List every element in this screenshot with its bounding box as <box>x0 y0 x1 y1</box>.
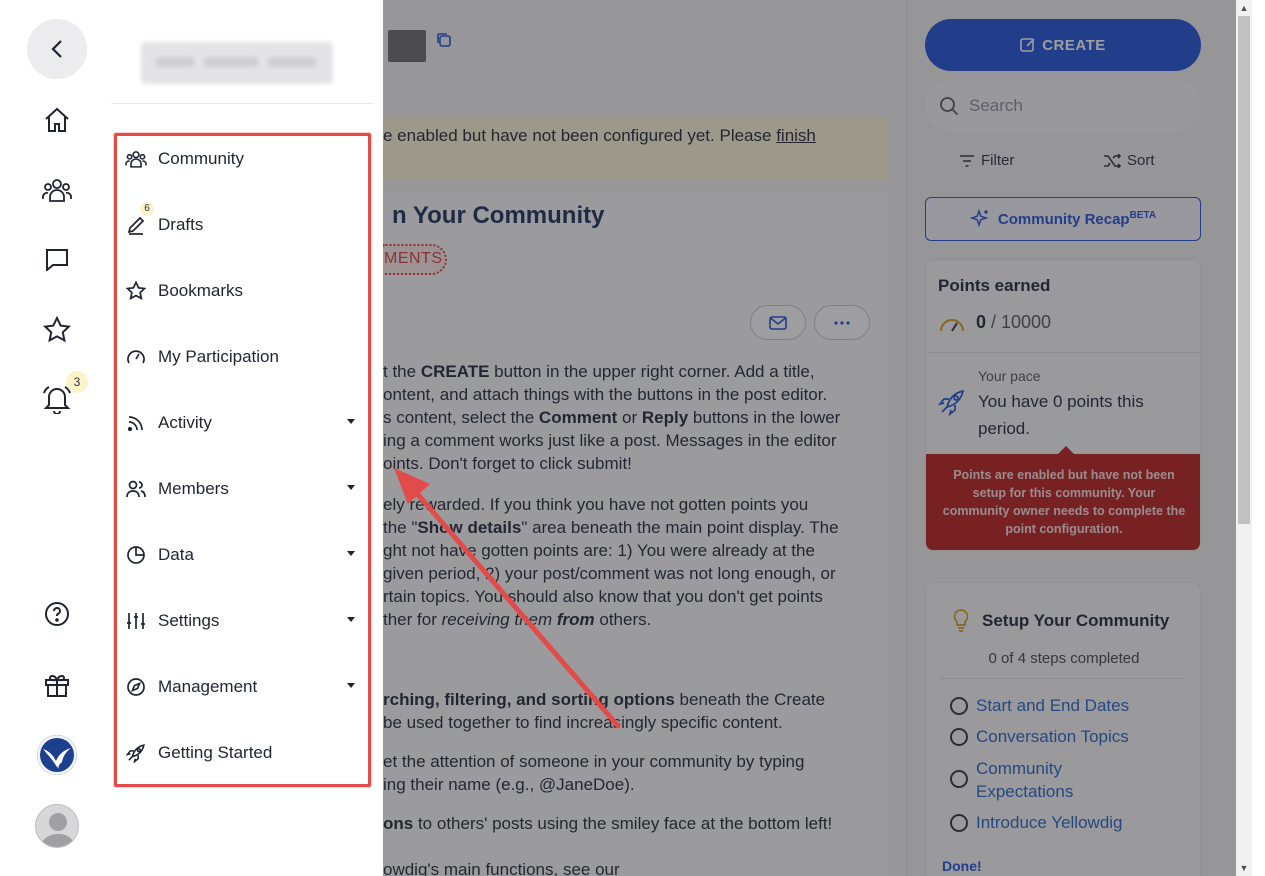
home-button[interactable] <box>27 90 87 150</box>
help-button[interactable] <box>27 584 87 644</box>
star-icon <box>43 316 71 343</box>
gift-button[interactable] <box>27 655 87 715</box>
notification-badge: 3 <box>66 371 88 393</box>
menu-divider <box>111 103 373 104</box>
user-avatar[interactable] <box>35 804 79 848</box>
community-button[interactable] <box>27 160 87 220</box>
annotation-arrow <box>394 468 621 729</box>
window-edge <box>1252 0 1265 876</box>
institution-logo[interactable] <box>37 735 77 775</box>
back-button[interactable] <box>27 19 87 79</box>
icon-rail: 3 <box>0 0 101 876</box>
home-icon <box>45 107 69 132</box>
highlight-box <box>114 133 371 787</box>
scroll-up-arrow[interactable]: ▲ <box>1236 0 1252 16</box>
gift-icon <box>45 674 69 697</box>
scroll-down-arrow[interactable]: ▼ <box>1236 860 1252 876</box>
bell-icon <box>43 386 71 414</box>
scrollbar-thumb[interactable] <box>1238 16 1250 524</box>
bookmarks-button[interactable] <box>27 300 87 360</box>
community-icon <box>42 179 72 202</box>
back-icon <box>51 40 62 58</box>
messages-button[interactable] <box>27 229 87 289</box>
community-logo <box>141 42 333 84</box>
page-scrollbar[interactable]: ▲ ▼ <box>1236 0 1252 876</box>
help-icon <box>45 602 69 626</box>
chat-icon <box>46 249 68 271</box>
